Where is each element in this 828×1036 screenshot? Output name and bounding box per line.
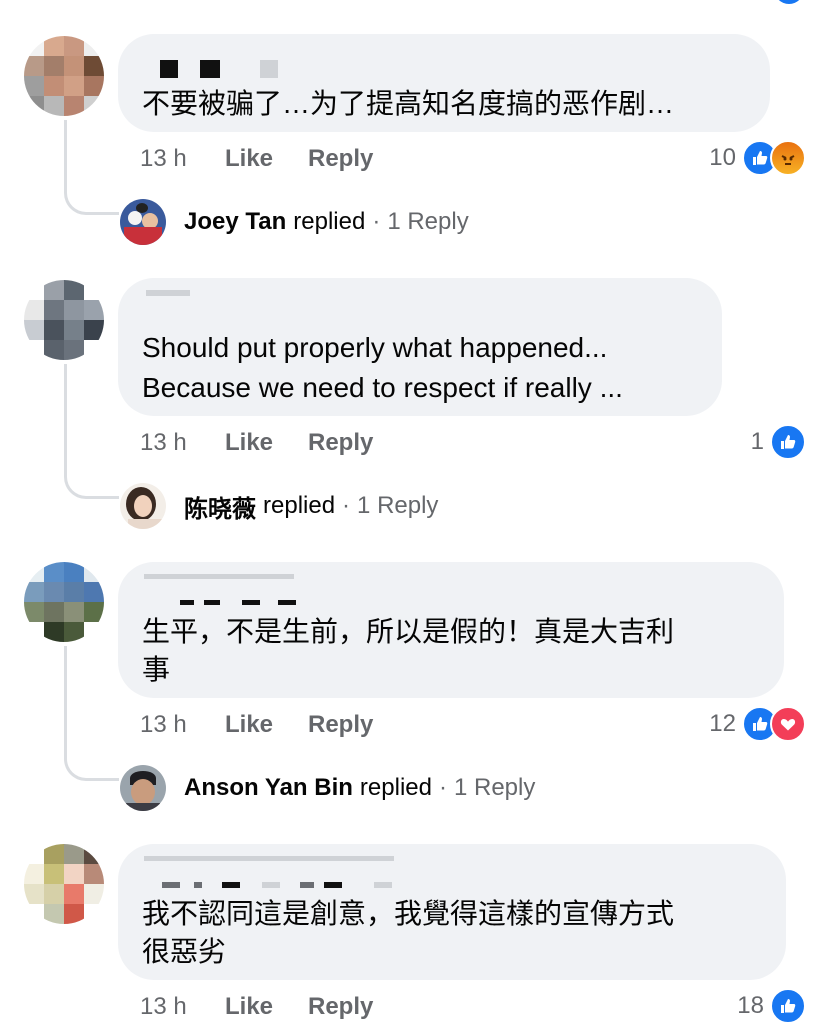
redacted-commenter-name bbox=[144, 856, 394, 861]
comment-bubble: 不要被骗了…为了提高知名度搞的恶作剧… bbox=[118, 34, 770, 132]
reply-button[interactable]: Reply bbox=[308, 990, 373, 1024]
replier-name[interactable]: Joey Tan bbox=[184, 208, 286, 236]
reaction-count: 1 bbox=[750, 428, 764, 455]
view-replies-link[interactable]: Anson Yan Bin replied · 1 Reply bbox=[120, 764, 535, 812]
cut-off-reply-text bbox=[326, 0, 362, 6]
replier-avatar bbox=[120, 199, 166, 245]
reaction-count: 10 bbox=[709, 144, 736, 171]
separator-dot: · bbox=[372, 208, 381, 235]
thread-line bbox=[64, 364, 119, 499]
redacted-commenter-name bbox=[200, 60, 220, 78]
like-reaction-icon bbox=[770, 988, 806, 1024]
reply-button[interactable]: Reply bbox=[308, 142, 373, 176]
reply-count: 1 Reply bbox=[357, 492, 439, 519]
redacted-commenter-name bbox=[194, 882, 202, 888]
comment-text: 不要被骗了…为了提高知名度搞的恶作剧… bbox=[142, 88, 675, 119]
redacted-commenter-name bbox=[324, 882, 342, 888]
redacted-commenter-name bbox=[260, 60, 278, 78]
reaction-summary[interactable]: 12 bbox=[709, 706, 806, 742]
replier-avatar bbox=[120, 483, 166, 529]
redacted-commenter-name bbox=[300, 882, 314, 888]
cut-off-reaction-badge bbox=[774, 0, 804, 4]
comment-timestamp[interactable]: 13 h bbox=[140, 708, 187, 742]
angry-reaction-icon bbox=[770, 140, 806, 176]
redacted-commenter-name bbox=[162, 882, 180, 888]
redacted-commenter-name bbox=[262, 882, 280, 888]
commenter-avatar[interactable] bbox=[24, 280, 104, 360]
like-button[interactable]: Like bbox=[225, 990, 273, 1024]
commenter-avatar[interactable] bbox=[24, 562, 104, 642]
separator-dot: · bbox=[342, 492, 351, 519]
reply-button[interactable]: Reply bbox=[308, 708, 373, 742]
reaction-count: 18 bbox=[737, 992, 764, 1019]
replied-label: replied bbox=[359, 774, 432, 801]
redacted-commenter-name bbox=[204, 600, 220, 605]
like-button[interactable]: Like bbox=[225, 708, 273, 742]
redacted-commenter-name bbox=[160, 60, 178, 78]
redacted-commenter-name bbox=[278, 600, 296, 605]
replier-avatar bbox=[120, 765, 166, 811]
like-reaction-icon bbox=[770, 424, 806, 460]
comment-text-line-1: Should put properly what happened... bbox=[142, 332, 608, 363]
reply-button[interactable]: Reply bbox=[308, 426, 373, 460]
reply-count: 1 Reply bbox=[387, 208, 469, 235]
separator-dot: · bbox=[438, 774, 447, 801]
comment-timestamp[interactable]: 13 h bbox=[140, 990, 187, 1024]
replier-name[interactable]: 陈晓薇 bbox=[184, 489, 256, 524]
thread-line bbox=[64, 646, 119, 781]
comment-bubble: Should put properly what happened... Bec… bbox=[118, 278, 722, 416]
comment-timestamp[interactable]: 13 h bbox=[140, 142, 187, 176]
reaction-summary[interactable]: 10 bbox=[709, 140, 806, 176]
replied-label: replied bbox=[293, 208, 366, 235]
love-reaction-icon bbox=[770, 706, 806, 742]
reaction-summary[interactable]: 1 bbox=[751, 424, 806, 460]
redacted-commenter-name bbox=[222, 882, 240, 888]
thread-line bbox=[64, 120, 119, 215]
reply-count: 1 Reply bbox=[453, 774, 536, 801]
comment-text-line-2: 很惡劣 bbox=[142, 936, 227, 967]
commenter-avatar[interactable] bbox=[24, 844, 104, 924]
comment-text-line-2: 事 bbox=[142, 654, 171, 685]
like-button[interactable]: Like bbox=[225, 142, 273, 176]
comment-bubble: 生平，不是生前，所以是假的！真是大吉利 事 bbox=[118, 562, 784, 698]
redacted-commenter-name bbox=[242, 600, 260, 605]
redacted-commenter-name bbox=[146, 290, 190, 296]
like-button[interactable]: Like bbox=[225, 426, 273, 460]
redacted-commenter-name bbox=[374, 882, 392, 888]
comment-text-line-1: 我不認同這是創意，我覺得這樣的宣傳方式 bbox=[142, 898, 675, 929]
replier-name[interactable]: Anson Yan Bin bbox=[184, 774, 353, 802]
comment-bubble: 我不認同這是創意，我覺得這樣的宣傳方式 很惡劣 bbox=[118, 844, 786, 980]
reaction-summary[interactable]: 18 bbox=[737, 988, 806, 1024]
comment-text-line-1: 生平，不是生前，所以是假的！真是大吉利 bbox=[142, 616, 675, 647]
reaction-count: 12 bbox=[709, 710, 736, 737]
comment-text-line-2: Because we need to respect if really ... bbox=[142, 372, 623, 403]
view-replies-link[interactable]: 陈晓薇 replied · 1 Reply bbox=[120, 482, 438, 530]
commenter-avatar[interactable] bbox=[24, 36, 104, 116]
redacted-commenter-name bbox=[180, 600, 194, 605]
view-replies-link[interactable]: Joey Tan replied · 1 Reply bbox=[120, 198, 469, 246]
replied-label: replied bbox=[263, 492, 336, 519]
comment-timestamp[interactable]: 13 h bbox=[140, 426, 187, 460]
redacted-commenter-name bbox=[144, 574, 294, 579]
